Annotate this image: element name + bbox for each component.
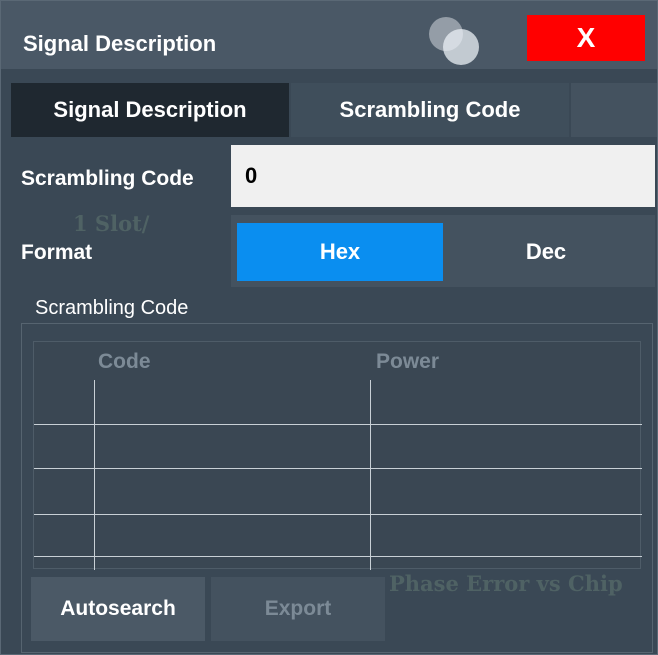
background-ghost-text: 1 Slot/: [73, 211, 150, 236]
tab-bar: Signal Description Scrambling Code: [11, 83, 657, 137]
table-row[interactable]: [34, 424, 642, 425]
format-dec-button[interactable]: Dec: [443, 223, 649, 281]
column-header-power[interactable]: Power: [376, 350, 439, 374]
signal-description-dialog: 1 Slot/ Phase Error vs Chip Signal Descr…: [0, 0, 658, 655]
scrambling-code-label: Scrambling Code: [21, 167, 194, 190]
column-divider: [370, 380, 371, 570]
format-toggle: Hex Dec: [231, 215, 655, 287]
export-button[interactable]: Export: [211, 577, 385, 641]
title-bar: Signal Description X: [1, 1, 657, 69]
transparency-icon[interactable]: [429, 17, 489, 67]
window-title: Signal Description: [23, 31, 217, 56]
tab-bar-filler: [571, 83, 657, 137]
table-row[interactable]: [34, 556, 642, 557]
scrambling-code-table[interactable]: Code Power: [33, 341, 642, 570]
tab-scrambling-code[interactable]: Scrambling Code: [291, 83, 569, 137]
column-divider: [94, 380, 95, 570]
tab-signal-description[interactable]: Signal Description: [11, 83, 289, 137]
scrambling-code-input[interactable]: [231, 145, 655, 207]
table-row[interactable]: [34, 514, 642, 515]
column-header-code[interactable]: Code: [98, 350, 151, 374]
close-button[interactable]: X: [527, 15, 645, 61]
format-label: Format: [21, 241, 93, 264]
autosearch-button[interactable]: Autosearch: [31, 577, 205, 641]
table-row[interactable]: [34, 468, 642, 469]
scrambling-code-table-title: Scrambling Code: [35, 297, 189, 319]
format-hex-button[interactable]: Hex: [237, 223, 443, 281]
